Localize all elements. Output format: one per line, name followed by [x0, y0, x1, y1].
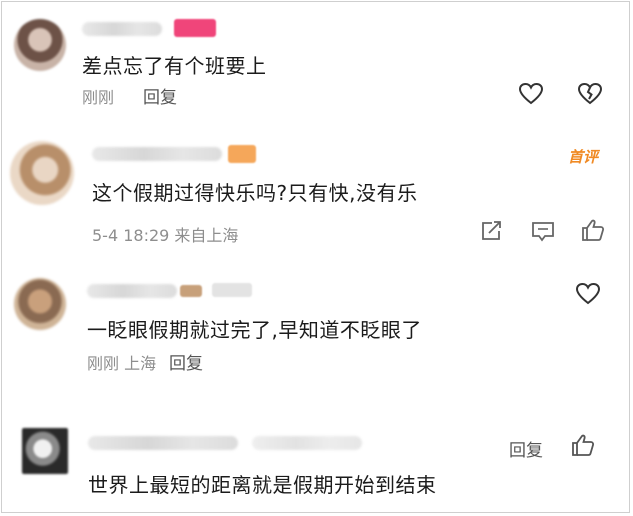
comment-item-2: 首评 这个假期过得快乐吗?只有快,没有乐 5-4 18:29 来自上海 [2, 127, 629, 262]
user-tag-blurred [180, 285, 202, 297]
comment-list: 差点忘了有个班要上 刚刚 回复 首评 这个假期过得快乐吗?只有快,没有乐 5-4… [1, 1, 630, 513]
reply-button[interactable]: 回复 [509, 436, 543, 461]
reply-button[interactable]: 回复 [143, 83, 177, 108]
heart-icon[interactable] [575, 282, 601, 306]
comment-time: 刚刚 [82, 88, 115, 107]
user-tag-blurred [252, 436, 362, 450]
comment-item-1: 差点忘了有个班要上 刚刚 回复 [2, 2, 629, 122]
reply-button[interactable]: 回复 [169, 349, 203, 374]
comment-time-location: 刚刚 上海 [87, 354, 157, 373]
first-comment-badge: 首评 [568, 148, 599, 166]
username-blurred[interactable] [92, 147, 222, 161]
user-tag-blurred [212, 283, 252, 297]
comment-text: 一眨眼假期就过完了,早知道不眨眼了 [87, 318, 422, 342]
comment-item-3: 一眨眼假期就过完了,早知道不眨眼了 刚刚 上海 回复 [2, 264, 629, 394]
avatar[interactable] [10, 141, 74, 205]
thumbs-up-icon[interactable] [570, 433, 596, 457]
user-tag-blurred [228, 145, 256, 163]
broken-heart-icon[interactable] [577, 82, 603, 106]
heart-icon[interactable] [518, 82, 544, 106]
avatar[interactable] [14, 19, 66, 71]
username-blurred[interactable] [82, 22, 162, 36]
comment-text: 这个假期过得快乐吗?只有快,没有乐 [92, 181, 418, 205]
comment-time-location: 5-4 18:29 来自上海 [92, 226, 239, 245]
comment-text: 世界上最短的距离就是假期开始到结束 [88, 473, 437, 497]
user-tag-blurred [174, 19, 216, 37]
comment-text: 差点忘了有个班要上 [82, 54, 267, 78]
avatar[interactable] [22, 428, 68, 474]
thumbs-up-icon[interactable] [580, 218, 606, 242]
comment-item-4: 回复 世界上最短的距离就是假期开始到结束 [2, 412, 629, 512]
username-blurred[interactable] [88, 436, 238, 450]
comment-icon[interactable] [530, 220, 556, 242]
avatar[interactable] [14, 278, 66, 330]
share-icon[interactable] [480, 220, 504, 242]
username-blurred[interactable] [87, 284, 177, 298]
